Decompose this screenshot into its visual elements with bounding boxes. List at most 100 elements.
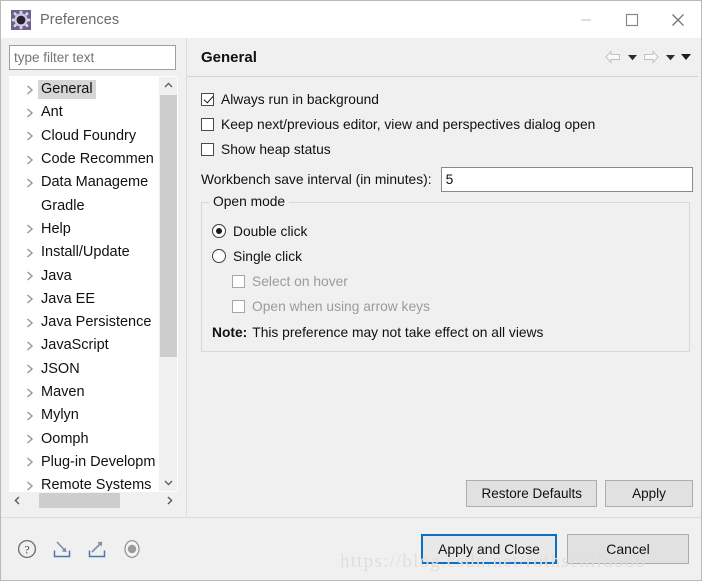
chevron-right-icon[interactable]	[22, 317, 38, 329]
sidebar-item-data-manageme[interactable]: Data Manageme	[10, 171, 160, 194]
keep-next-previous-editor-label: Keep next/previous editor, view and pers…	[221, 116, 596, 132]
chevron-right-icon[interactable]	[22, 456, 38, 468]
sidebar-item-cloud-foundry[interactable]: Cloud Foundry	[10, 125, 160, 148]
filter-area	[1, 38, 186, 76]
sidebar-item-help[interactable]: Help	[10, 218, 160, 241]
page-vertical-scrollbar[interactable]	[698, 76, 701, 517]
sidebar-item-maven[interactable]: Maven	[10, 381, 160, 404]
open-when-using-arrow-keys-checkbox	[232, 299, 245, 313]
sidebar-item-json[interactable]: JSON	[10, 358, 160, 381]
checkbox-row[interactable]: Always run in background	[201, 87, 693, 111]
sidebar-item-label: Install/Update	[41, 244, 130, 261]
sidebar-item-mylyn[interactable]: Mylyn	[10, 404, 160, 427]
note-prefix: Note:	[212, 324, 248, 340]
chevron-right-icon[interactable]	[22, 340, 38, 352]
tree-scrollbar-thumb[interactable]	[160, 95, 177, 357]
record-icon[interactable]	[120, 537, 144, 561]
show-heap-status-checkbox[interactable]	[201, 142, 214, 156]
page-body: Always run in background Keep next/previ…	[187, 77, 701, 517]
note-text: This preference may not take effect on a…	[252, 324, 544, 340]
apply-and-close-button[interactable]: Apply and Close	[421, 534, 557, 564]
select-on-hover-checkbox	[232, 274, 245, 288]
sidebar-item-javascript[interactable]: JavaScript	[10, 334, 160, 357]
sidebar-item-gradle[interactable]: Gradle	[10, 194, 160, 217]
scroll-up-arrow[interactable]	[160, 77, 177, 94]
back-arrow-icon[interactable]	[603, 46, 623, 68]
show-heap-status-label: Show heap status	[221, 141, 331, 157]
radio-row[interactable]: Single click	[212, 244, 679, 268]
open-when-using-arrow-keys-label: Open when using arrow keys	[252, 298, 430, 314]
single-click-label: Single click	[233, 248, 303, 264]
chevron-right-icon[interactable]	[22, 387, 38, 399]
chevron-right-icon[interactable]	[22, 84, 38, 96]
cancel-button[interactable]: Cancel	[567, 534, 689, 564]
sidebar-item-label: Cloud Foundry	[41, 127, 137, 144]
chevron-right-icon[interactable]	[22, 480, 38, 491]
apply-button[interactable]: Apply	[605, 480, 693, 507]
chevron-right-icon[interactable]	[22, 433, 38, 445]
gear-icon	[11, 9, 31, 30]
chevron-right-icon[interactable]	[22, 177, 38, 189]
sidebar-item-oomph[interactable]: Oomph	[10, 427, 160, 450]
select-on-hover-label: Select on hover	[252, 273, 348, 289]
keep-next-previous-editor-checkbox[interactable]	[201, 117, 214, 131]
maximize-button[interactable]	[609, 1, 655, 38]
sidebar-item-ant[interactable]: Ant	[10, 101, 160, 124]
radio-row[interactable]: Double click	[212, 219, 679, 243]
chevron-right-icon[interactable]	[22, 130, 38, 142]
restore-defaults-button[interactable]: Restore Defaults	[466, 480, 597, 507]
chevron-right-icon[interactable]	[22, 363, 38, 375]
always-run-in-background-checkbox[interactable]	[201, 92, 214, 106]
view-menu-chevron-down-icon[interactable]	[679, 46, 693, 68]
window-title: Preferences	[40, 11, 120, 28]
page-header: General	[187, 38, 701, 77]
sidebar-item-java-persistence[interactable]: Java Persistence	[10, 311, 160, 334]
preference-page: General Always run in background Keep ne…	[186, 38, 701, 517]
chevron-right-icon[interactable]	[22, 154, 38, 166]
chevron-right-icon[interactable]	[22, 107, 38, 119]
sidebar-item-plug-in-developm[interactable]: Plug-in Developm	[10, 451, 160, 474]
import-icon[interactable]	[50, 537, 74, 561]
chevron-right-icon[interactable]	[22, 410, 38, 422]
footer-icon-group: ?	[15, 537, 144, 561]
sidebar-item-general[interactable]: General	[10, 78, 160, 101]
preferences-tree[interactable]: General Ant Cloud Foundry Code Recommen Data…	[10, 77, 160, 491]
sidebar-item-label: Code Recommen	[41, 151, 154, 168]
workbench-save-interval-label: Workbench save interval (in minutes):	[201, 171, 432, 187]
sidebar-item-install-update[interactable]: Install/Update	[10, 241, 160, 264]
chevron-right-icon[interactable]	[22, 270, 38, 282]
sidebar-item-java-ee[interactable]: Java EE	[10, 288, 160, 311]
double-click-radio[interactable]	[212, 224, 226, 238]
workbench-save-interval-input[interactable]	[440, 166, 693, 192]
single-click-radio[interactable]	[212, 249, 226, 263]
sidebar-item-java[interactable]: Java	[10, 264, 160, 287]
close-button[interactable]	[655, 1, 701, 38]
export-icon[interactable]	[85, 537, 109, 561]
sidebar-item-label: JSON	[41, 360, 80, 377]
help-icon[interactable]: ?	[15, 537, 39, 561]
chevron-right-icon[interactable]	[22, 247, 38, 259]
minimize-button[interactable]	[563, 1, 609, 38]
scroll-right-arrow[interactable]	[161, 492, 178, 509]
chevron-right-icon[interactable]	[22, 223, 38, 235]
scroll-down-arrow[interactable]	[160, 474, 177, 491]
sidebar-item-label: Oomph	[41, 430, 89, 447]
forward-chevron-down-icon[interactable]	[663, 46, 677, 68]
checkbox-row[interactable]: Keep next/previous editor, view and pers…	[201, 112, 693, 136]
dialog-content: General Ant Cloud Foundry Code Recommen Data…	[1, 38, 701, 517]
scroll-left-arrow[interactable]	[9, 492, 26, 509]
svg-text:?: ?	[24, 543, 29, 557]
sidebar-item-remote-systems[interactable]: Remote Systems	[10, 474, 160, 491]
forward-arrow-icon[interactable]	[641, 46, 661, 68]
tree-horizontal-scrollbar[interactable]	[9, 492, 178, 509]
tree-hscrollbar-thumb[interactable]	[39, 493, 120, 508]
dialog-footer: ? Apply and Close Cancel	[1, 517, 701, 580]
checkbox-row[interactable]: Show heap status	[201, 137, 693, 161]
sidebar-item-code-recommen[interactable]: Code Recommen	[10, 148, 160, 171]
tree-vertical-scrollbar[interactable]	[159, 77, 177, 491]
chevron-right-icon[interactable]	[22, 293, 38, 305]
double-click-label: Double click	[233, 223, 308, 239]
filter-input[interactable]	[9, 45, 176, 70]
footer-buttons: Apply and Close Cancel	[421, 534, 689, 564]
back-chevron-down-icon[interactable]	[625, 46, 639, 68]
